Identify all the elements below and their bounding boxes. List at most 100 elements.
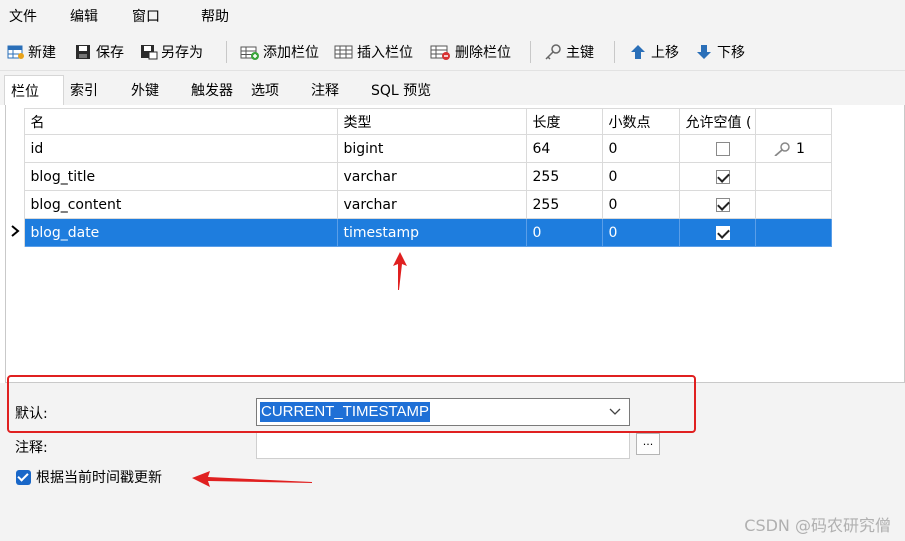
on-update-checkbox[interactable] xyxy=(16,470,31,485)
annotation-highlight-box xyxy=(7,375,696,433)
add-field-button-label: 添加栏位 xyxy=(263,45,319,61)
menu-bar: 文件 编辑 窗口 帮助 xyxy=(0,0,905,33)
insert-field-icon xyxy=(334,45,353,59)
field-decimals-cell[interactable]: 0 xyxy=(601,190,680,219)
tab-indexes[interactable]: 索引 xyxy=(70,75,126,105)
new-button-label: 新建 xyxy=(28,45,56,61)
tab-options[interactable]: 选项 xyxy=(251,75,307,105)
field-type-cell[interactable]: varchar xyxy=(336,162,527,191)
tab-sql-preview[interactable]: SQL 预览 xyxy=(371,75,451,105)
row-indicator xyxy=(10,218,25,247)
add-field-button[interactable]: 添加栏位 xyxy=(240,41,319,63)
table-row[interactable]: blog_date timestamp 0 0 xyxy=(10,218,832,247)
arrow-up-icon xyxy=(631,45,645,59)
field-not-null-cell[interactable] xyxy=(678,218,756,247)
table-row[interactable]: blog_content varchar 255 0 xyxy=(10,190,832,219)
field-name-cell[interactable]: blog_date xyxy=(23,218,338,247)
watermark: CSDN @码农研究僧 xyxy=(744,516,891,535)
field-length-cell[interactable]: 255 xyxy=(525,190,603,219)
comment-ellipsis-button[interactable]: ... xyxy=(636,433,660,455)
primary-key-button-label: 主键 xyxy=(566,45,594,61)
field-key-cell[interactable]: 1 xyxy=(754,134,832,163)
column-header-type[interactable]: 类型 xyxy=(336,108,527,135)
row-indicator xyxy=(10,190,25,219)
field-key-cell[interactable] xyxy=(754,218,832,247)
delete-field-icon xyxy=(430,45,450,60)
column-header-not-null[interactable]: 允许空值 ( xyxy=(678,108,756,135)
field-name-cell[interactable]: id xyxy=(23,134,338,163)
key-icon xyxy=(545,44,561,60)
move-up-button-label: 上移 xyxy=(651,45,679,61)
move-down-button[interactable]: 下移 xyxy=(696,41,745,63)
arrow-down-icon xyxy=(697,45,711,59)
tab-foreign-keys[interactable]: 外键 xyxy=(131,75,187,105)
tab-triggers[interactable]: 触发器 xyxy=(191,75,247,105)
annotation-arrow-up xyxy=(393,252,407,290)
not-null-checkbox[interactable] xyxy=(715,225,730,240)
field-name-cell[interactable]: blog_title xyxy=(23,162,338,191)
toolbar-separator xyxy=(614,41,615,63)
save-icon xyxy=(76,45,90,59)
not-null-checkbox[interactable] xyxy=(715,169,730,184)
field-type-cell[interactable]: bigint xyxy=(336,134,527,163)
not-null-checkbox[interactable] xyxy=(715,197,730,212)
save-as-icon xyxy=(141,45,158,60)
tab-bar: 栏位 索引 外键 触发器 选项 注释 SQL 预览 xyxy=(0,71,905,105)
new-button[interactable]: 新建 xyxy=(7,41,56,63)
menu-file[interactable]: 文件 xyxy=(9,6,37,26)
not-null-checkbox[interactable] xyxy=(715,141,730,156)
save-as-button-label: 另存为 xyxy=(161,45,203,61)
insert-field-button[interactable]: 插入栏位 xyxy=(334,41,413,63)
tab-comment[interactable]: 注释 xyxy=(311,75,367,105)
annotation-arrow-left xyxy=(192,471,312,487)
primary-key-indicator: 1 xyxy=(772,141,805,157)
column-header-decimals[interactable]: 小数点 xyxy=(601,108,680,135)
menu-window[interactable]: 窗口 xyxy=(132,6,160,26)
field-decimals-cell[interactable]: 0 xyxy=(601,134,680,163)
field-type-cell[interactable]: varchar xyxy=(336,190,527,219)
comment-input[interactable] xyxy=(256,432,630,459)
field-length-cell[interactable]: 64 xyxy=(525,134,603,163)
fields-grid-area: 名 类型 长度 小数点 允许空值 ( id bigint 64 0 1 blog… xyxy=(5,105,905,383)
current-row-indicator-icon xyxy=(11,224,20,237)
key-icon xyxy=(773,141,790,157)
add-field-icon xyxy=(240,46,259,60)
row-indicator xyxy=(10,134,25,163)
save-button[interactable]: 保存 xyxy=(75,41,124,63)
menu-edit[interactable]: 编辑 xyxy=(70,6,98,26)
table-row[interactable]: id bigint 64 0 1 xyxy=(10,134,832,163)
field-type-cell[interactable]: timestamp xyxy=(336,218,527,247)
on-update-label: 根据当前时间戳更新 xyxy=(36,470,162,486)
move-up-button[interactable]: 上移 xyxy=(630,41,679,63)
table-row[interactable]: blog_title varchar 255 0 xyxy=(10,162,832,191)
toolbar-separator xyxy=(226,41,227,63)
delete-field-button[interactable]: 删除栏位 xyxy=(430,41,511,63)
field-key-cell[interactable] xyxy=(754,190,832,219)
field-not-null-cell[interactable] xyxy=(678,134,756,163)
column-header-name[interactable]: 名 xyxy=(23,108,338,135)
toolbar: 新建 保存 另存为 添加栏位 插入栏位 删除栏位 主键 上移 下移 xyxy=(0,33,905,71)
column-header-key xyxy=(754,108,832,135)
field-length-cell[interactable]: 0 xyxy=(525,218,603,247)
new-table-icon xyxy=(7,45,24,59)
field-decimals-cell[interactable]: 0 xyxy=(601,162,680,191)
save-as-button[interactable]: 另存为 xyxy=(140,41,203,63)
toolbar-separator xyxy=(530,41,531,63)
move-down-button-label: 下移 xyxy=(717,45,745,61)
menu-help[interactable]: 帮助 xyxy=(201,6,229,26)
primary-key-button[interactable]: 主键 xyxy=(543,41,594,63)
column-header-length[interactable]: 长度 xyxy=(525,108,603,135)
comment-label: 注释: xyxy=(15,440,48,456)
table-header-row: 名 类型 长度 小数点 允许空值 ( xyxy=(10,108,832,135)
field-length-cell[interactable]: 255 xyxy=(525,162,603,191)
field-decimals-cell[interactable]: 0 xyxy=(601,218,680,247)
field-name-cell[interactable]: blog_content xyxy=(23,190,338,219)
save-button-label: 保存 xyxy=(96,45,124,61)
tab-fields[interactable]: 栏位 xyxy=(4,75,64,105)
fields-table-body: id bigint 64 0 1 blog_title varchar 255 … xyxy=(10,134,832,247)
field-not-null-cell[interactable] xyxy=(678,162,756,191)
field-key-cell[interactable] xyxy=(754,162,832,191)
row-indicator-header xyxy=(10,108,25,135)
field-not-null-cell[interactable] xyxy=(678,190,756,219)
row-indicator xyxy=(10,162,25,191)
